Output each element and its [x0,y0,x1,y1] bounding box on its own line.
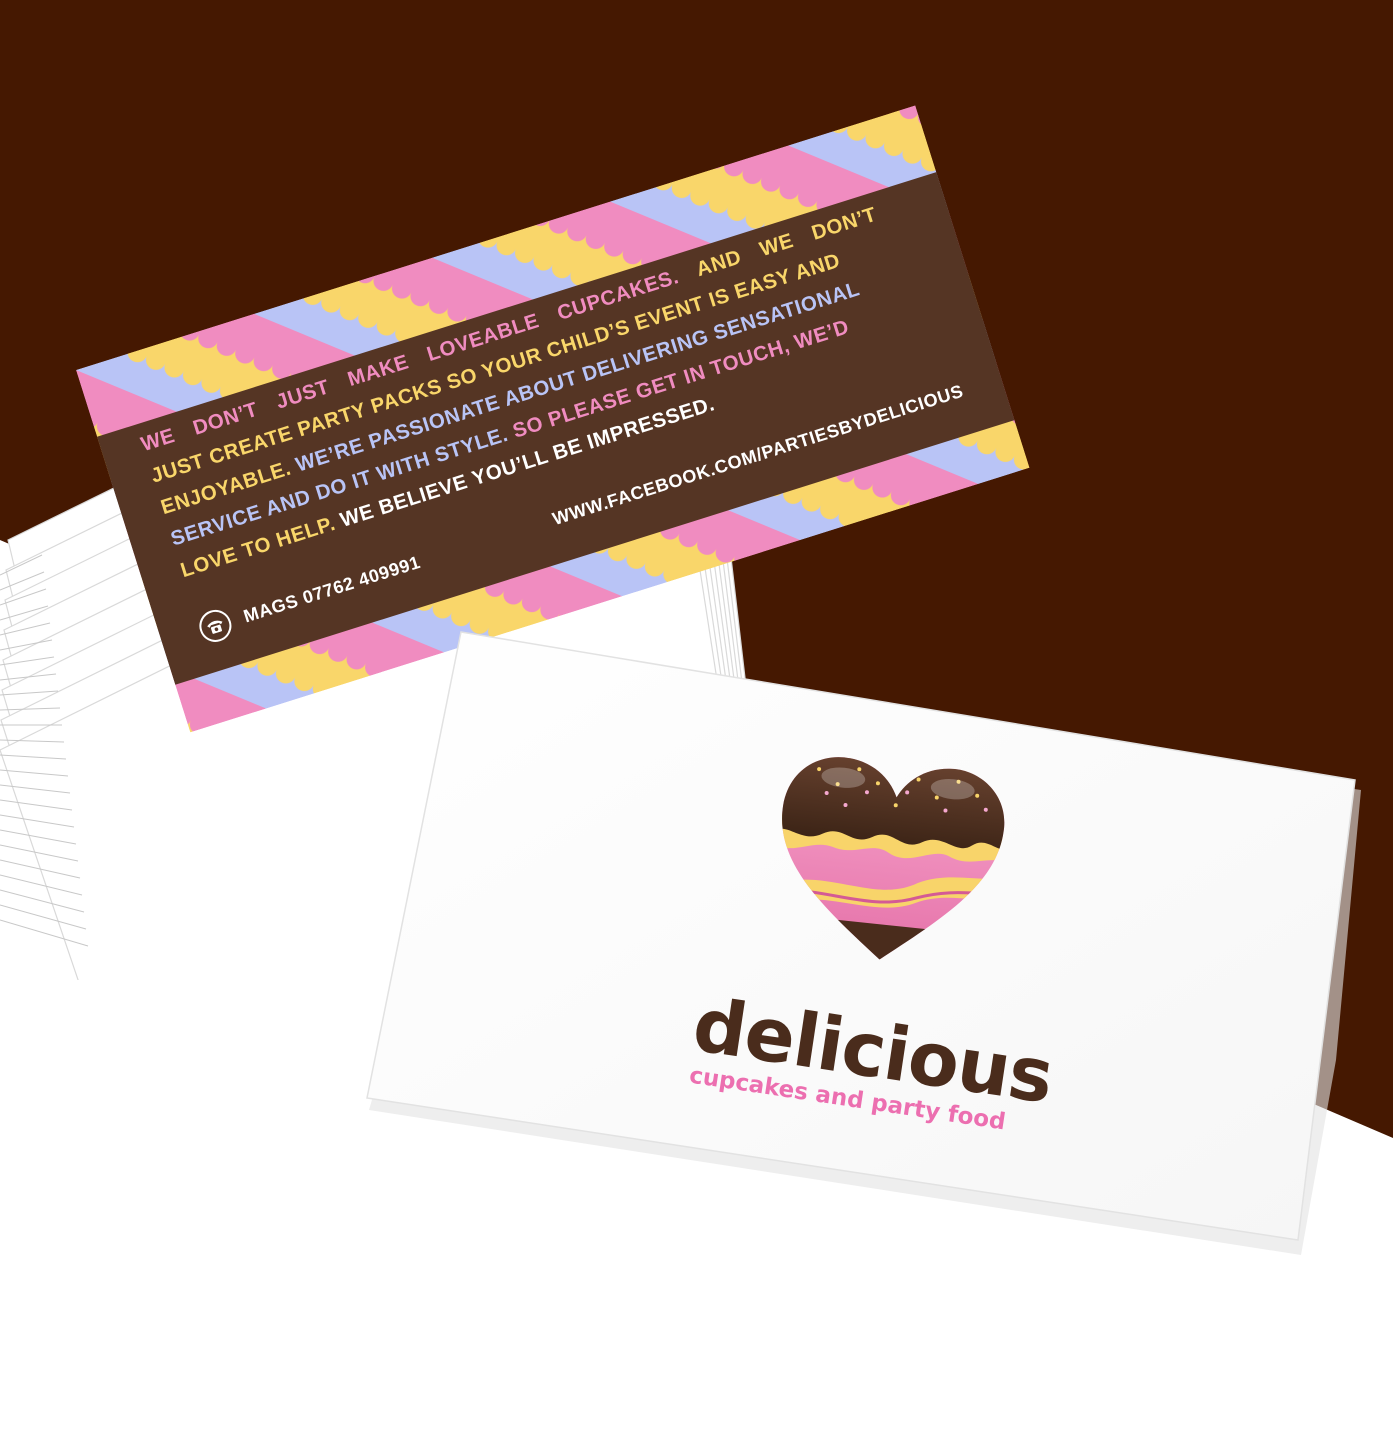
business-card-mockup: WE DON’T JUST MAKE LOVEABLE CUPCAKES. AN… [0,0,1393,1440]
chocolate-heart-cupcake-icon [770,755,1010,970]
front-card-shape [366,631,1361,1255]
